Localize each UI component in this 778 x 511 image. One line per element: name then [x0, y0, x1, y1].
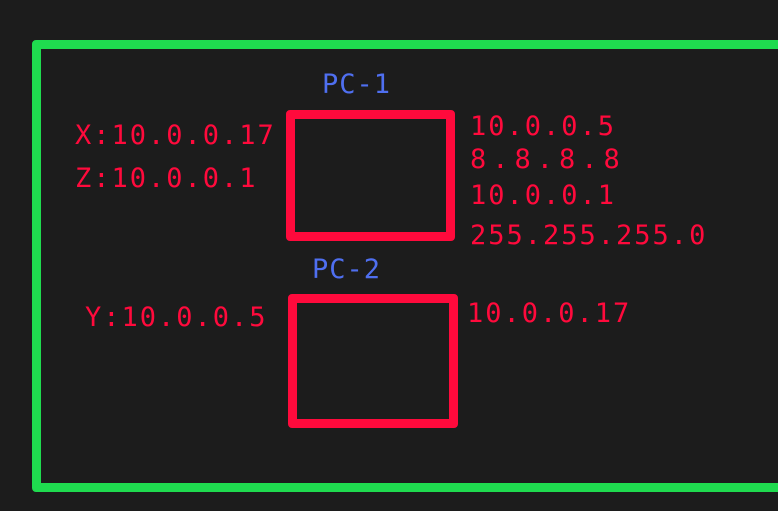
- pc1-box: [286, 110, 455, 241]
- pc2-right-label-1: 10.0.0.17: [467, 298, 632, 329]
- pc2-box: [288, 294, 458, 428]
- pc1-left-label-x: X:10.0.0.17: [75, 120, 276, 151]
- pc1-left-label-z: Z:10.0.0.1: [75, 163, 258, 194]
- pc1-right-label-4: 255.255.255.0: [470, 220, 708, 251]
- pc1-title: PC-1: [322, 69, 392, 100]
- pc1-right-label-2: 8.8.8.8: [470, 144, 626, 175]
- pc1-right-label-1: 10.0.0.5: [470, 111, 617, 142]
- pc2-title: PC-2: [312, 254, 382, 285]
- pc1-right-label-3: 10.0.0.1: [470, 180, 617, 211]
- pc2-left-label-y: Y:10.0.0.5: [85, 302, 268, 333]
